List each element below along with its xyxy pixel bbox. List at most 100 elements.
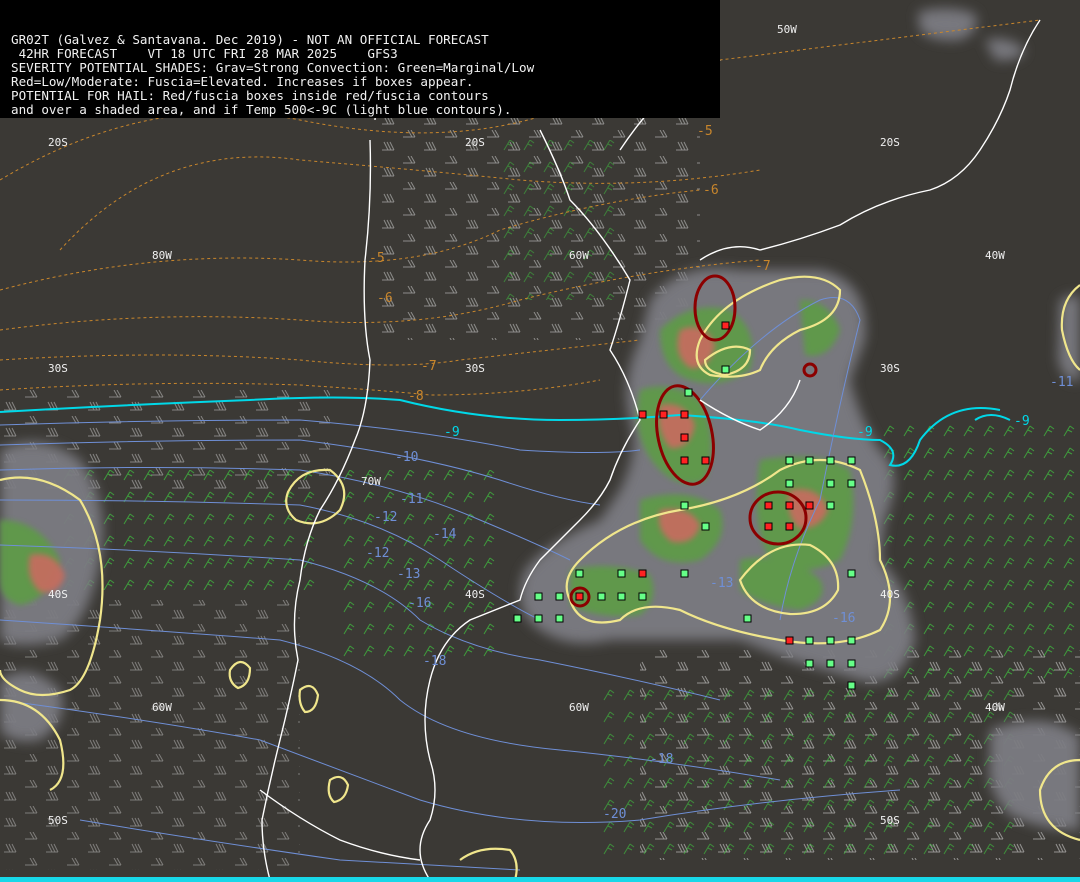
coord-label: 40S — [465, 588, 485, 601]
green-box — [826, 479, 835, 488]
temp-label: -18 — [650, 752, 673, 767]
temp-label: -9 — [1014, 414, 1030, 429]
coord-label: 50S — [48, 814, 68, 827]
temp-label: -8 — [408, 389, 424, 404]
red-box — [785, 636, 794, 645]
temp-label: -11 — [400, 492, 423, 507]
green-box — [701, 522, 710, 531]
bottom-bar — [0, 877, 1080, 882]
green-box — [826, 659, 835, 668]
header-title-line: GR02T (Galvez & Santavana. Dec 2019) - N… — [11, 32, 489, 47]
green-box — [721, 365, 730, 374]
temp-label: -14 — [433, 527, 457, 542]
green-box — [805, 456, 814, 465]
red-box — [638, 569, 647, 578]
red-box — [680, 433, 689, 442]
green-box — [785, 479, 794, 488]
green-box — [575, 569, 584, 578]
green-box — [680, 569, 689, 578]
red-box — [638, 410, 647, 419]
red-box — [764, 522, 773, 531]
coord-label: 50W — [777, 23, 797, 36]
temp-label: -13 — [397, 567, 420, 582]
temp-label: -7 — [421, 359, 437, 374]
green-box — [826, 636, 835, 645]
temp-label: -16 — [832, 611, 855, 626]
temp-label: -13 — [710, 576, 733, 591]
green-box — [597, 592, 606, 601]
temp-label: -12 — [374, 510, 397, 525]
green-box — [847, 479, 856, 488]
red-box — [701, 456, 710, 465]
temp-label: -6 — [703, 183, 719, 198]
temp-label: -5 — [697, 124, 713, 139]
green-box — [847, 659, 856, 668]
temp-label: -7 — [755, 259, 771, 274]
coord-label: 70W — [361, 475, 381, 488]
header-forecast-line: 42HR FORECAST VT 18 UTC FRI 28 MAR 2025 … — [11, 46, 398, 61]
red-box — [805, 501, 814, 510]
red-box — [785, 522, 794, 531]
green-box — [847, 681, 856, 690]
temp-label: -20 — [603, 807, 626, 822]
red-box — [680, 456, 689, 465]
green-box — [684, 388, 693, 397]
coord-label: 40S — [48, 588, 68, 601]
green-box — [847, 636, 856, 645]
green-box — [847, 569, 856, 578]
header-hail-line: POTENTIAL FOR HAIL: Red/fuscia boxes ins… — [11, 88, 489, 103]
green-box — [826, 501, 835, 510]
green-box — [680, 501, 689, 510]
coord-label: 40W — [985, 249, 1005, 262]
coord-label: 40S — [880, 588, 900, 601]
temp-label: -6 — [377, 291, 393, 306]
temp-label: -5 — [369, 251, 385, 266]
red-box — [785, 501, 794, 510]
forecast-header: GR02T (Galvez & Santavana. Dec 2019) - N… — [0, 0, 720, 118]
header-hail-line-2: and over a shaded area, and if Temp 500<… — [11, 102, 512, 117]
header-severity-line-2: Red=Low/Moderate: Fuscia=Elevated. Incre… — [11, 74, 474, 89]
coord-label: 60W — [569, 701, 589, 714]
green-box — [743, 614, 752, 623]
green-box — [617, 592, 626, 601]
green-box — [826, 456, 835, 465]
green-box — [785, 456, 794, 465]
green-box — [513, 614, 522, 623]
wind-barbs-green-south — [600, 680, 1020, 860]
red-box — [764, 501, 773, 510]
temp-label: -9 — [857, 425, 873, 440]
coord-label: 50S — [880, 814, 900, 827]
coord-label: 20S — [465, 136, 485, 149]
coord-label: 40W — [985, 701, 1005, 714]
green-box — [638, 592, 647, 601]
coord-label: 80W — [152, 249, 172, 262]
coord-label: 60W — [152, 701, 172, 714]
temp-label: -10 — [395, 450, 418, 465]
coord-label: 20S — [48, 136, 68, 149]
green-box — [534, 592, 543, 601]
wind-barbs-green-north — [500, 140, 620, 300]
green-box — [805, 636, 814, 645]
temp-label: -16 — [408, 596, 431, 611]
green-box — [847, 456, 856, 465]
coord-label: 30S — [880, 362, 900, 375]
temp-label: -11 — [1050, 375, 1073, 390]
coord-label: 30S — [48, 362, 68, 375]
coord-label: 20S — [880, 136, 900, 149]
green-box — [555, 592, 564, 601]
green-box — [805, 659, 814, 668]
red-box — [659, 410, 668, 419]
coord-label: 60W — [569, 249, 589, 262]
forecast-map: 50W 20S 20S 20S 80W 60W 40W 30S 30S 30S … — [0, 0, 1080, 882]
red-box — [575, 592, 584, 601]
green-box — [534, 614, 543, 623]
coord-label: 30S — [465, 362, 485, 375]
temp-label: -9 — [444, 425, 460, 440]
red-box — [721, 321, 730, 330]
temp-label: -12 — [366, 546, 389, 561]
green-box — [617, 569, 626, 578]
red-box — [680, 410, 689, 419]
temp-label: -18 — [423, 654, 446, 669]
green-box — [555, 614, 564, 623]
header-severity-line: SEVERITY POTENTIAL SHADES: Grav=Strong C… — [11, 60, 535, 75]
